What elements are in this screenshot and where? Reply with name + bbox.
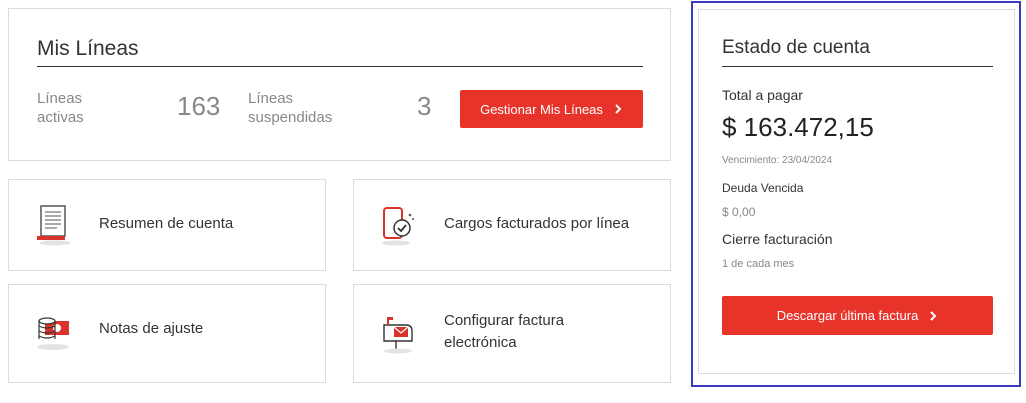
coins-icon xyxy=(31,311,77,357)
tile-configurar-factura[interactable]: Configurar factura electrónica xyxy=(353,284,671,383)
phone-check-icon xyxy=(376,202,422,248)
divider xyxy=(722,66,993,67)
tile-label: Notas de ajuste xyxy=(99,320,204,337)
tile-label: Configurar factura electrónica xyxy=(444,312,565,351)
divider xyxy=(37,66,643,67)
lineas-suspendidas-label: Líneas suspendidas xyxy=(248,90,333,126)
mis-lineas-title: Mis Líneas xyxy=(37,37,139,60)
vencimiento-text: Vencimiento: 23/04/2024 xyxy=(722,155,833,166)
estado-de-cuenta-card: Estado de cuenta Total a pagar $ 163.472… xyxy=(698,9,1015,374)
cierre-value: 1 de cada mes xyxy=(722,258,795,270)
tile-notas-de-ajuste[interactable]: Notas de ajuste xyxy=(8,284,326,383)
tile-cargos-facturados[interactable]: Cargos facturados por línea xyxy=(353,179,671,271)
tile-resumen-de-cuenta[interactable]: Resumen de cuenta xyxy=(8,179,326,271)
total-value: $ 163.472,15 xyxy=(722,112,874,142)
lineas-activas-label: Líneas activas xyxy=(37,90,84,126)
mailbox-icon xyxy=(376,311,422,357)
chevron-right-icon xyxy=(613,104,623,114)
cierre-label: Cierre facturación xyxy=(722,231,833,247)
lineas-suspendidas-count: 3 xyxy=(417,91,432,121)
document-icon xyxy=(31,202,77,248)
gestionar-lineas-button[interactable]: Gestionar Mis Líneas xyxy=(460,90,643,128)
deuda-label: Deuda Vencida xyxy=(722,181,804,195)
total-label: Total a pagar xyxy=(722,87,803,103)
deuda-value: $ 0,00 xyxy=(722,205,756,219)
estado-title: Estado de cuenta xyxy=(722,37,870,58)
chevron-right-icon xyxy=(928,310,938,321)
tile-label: Resumen de cuenta xyxy=(99,215,234,232)
tile-label: Cargos facturados por línea xyxy=(444,215,630,232)
mis-lineas-card: Mis Líneas Líneas activas 163 Líneas sus… xyxy=(8,8,671,161)
lineas-activas-count: 163 xyxy=(177,91,221,121)
descargar-factura-button[interactable]: Descargar última factura xyxy=(722,296,993,335)
